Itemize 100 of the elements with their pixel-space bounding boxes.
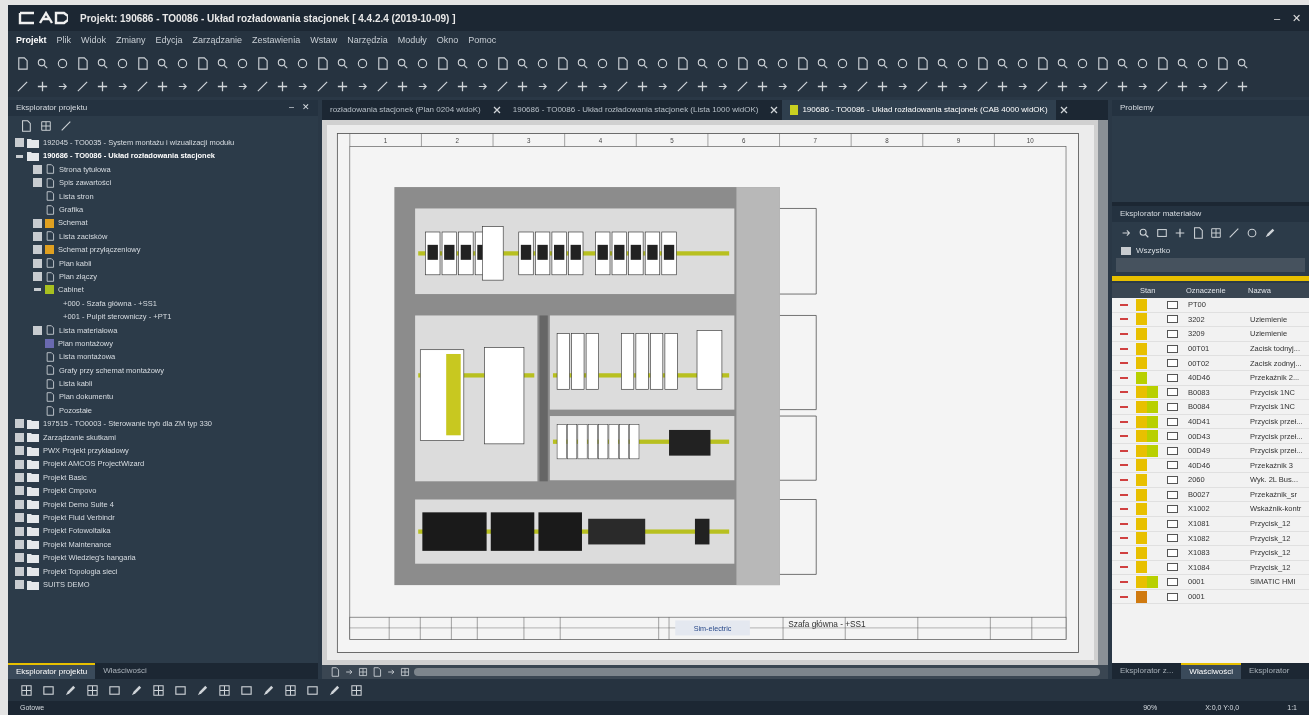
circle-icon[interactable] [1246,227,1258,239]
grid-icon[interactable] [86,683,99,697]
plus-icon[interactable] [1116,79,1129,93]
line-icon[interactable] [556,79,569,93]
document-icon[interactable] [736,56,749,70]
close-icon[interactable] [492,106,501,114]
circle-icon[interactable] [536,56,549,70]
circle-icon[interactable] [596,56,609,70]
pencil-icon[interactable] [1264,227,1276,239]
document-icon[interactable] [1036,56,1049,70]
document-icon[interactable] [976,56,989,70]
document-icon[interactable] [796,56,809,70]
grid-icon[interactable] [284,683,297,697]
magnifier-icon[interactable] [1138,227,1150,239]
filter-field[interactable] [1116,258,1305,272]
line-icon[interactable] [676,79,689,93]
line-icon[interactable] [496,79,509,93]
panel-tab[interactable]: Eksplorator [1240,663,1298,679]
menu-item[interactable]: Edycja [155,34,183,48]
close-icon[interactable] [770,106,779,114]
line-icon[interactable] [256,79,269,93]
menu-item[interactable]: Okno [436,34,459,48]
arrow-icon[interactable] [344,667,354,677]
scrollbar[interactable] [1098,120,1108,665]
magnifier-icon[interactable] [516,56,529,70]
magnifier-icon[interactable] [276,56,289,70]
line-icon[interactable] [436,79,449,93]
magnifier-icon[interactable] [216,56,229,70]
circle-icon[interactable] [1076,56,1089,70]
line-icon[interactable] [916,79,929,93]
pencil-icon[interactable] [328,683,341,697]
pencil-icon[interactable] [262,683,275,697]
plus-icon[interactable] [216,79,229,93]
line-icon[interactable] [736,79,749,93]
magnifier-icon[interactable] [996,56,1009,70]
circle-icon[interactable] [416,56,429,70]
circle-icon[interactable] [176,56,189,70]
panel-tab[interactable]: Eksplorator z... [1112,663,1182,679]
magnifier-icon[interactable] [456,56,469,70]
window-control[interactable]: ✕ [1292,9,1301,27]
line-icon[interactable] [796,79,809,93]
magnifier-icon[interactable] [696,56,709,70]
magnifier-icon[interactable] [156,56,169,70]
document-icon[interactable] [916,56,929,70]
document-icon[interactable] [556,56,569,70]
circle-icon[interactable] [1196,56,1209,70]
magnifier-icon[interactable] [1176,56,1189,70]
circle-icon[interactable] [476,56,489,70]
line-icon[interactable] [196,79,209,93]
magnifier-icon[interactable] [936,56,949,70]
plus-icon[interactable] [996,79,1009,93]
circle-icon[interactable] [1136,56,1149,70]
document-icon[interactable] [20,120,32,132]
line-icon[interactable] [1156,79,1169,93]
panel-tab[interactable]: Eksplorator projektu [8,663,96,679]
plus-icon[interactable] [36,79,49,93]
document-icon[interactable] [136,56,149,70]
arrow-icon[interactable] [386,667,396,677]
grid-icon[interactable] [400,667,410,677]
line-icon[interactable] [1036,79,1049,93]
plus-icon[interactable] [696,79,709,93]
document-icon[interactable] [376,56,389,70]
plus-icon[interactable] [1056,79,1069,93]
menu-item[interactable]: Widok [81,34,107,48]
circle-icon[interactable] [656,56,669,70]
grid-icon[interactable] [350,683,363,697]
circle-icon[interactable] [716,56,729,70]
magnifier-icon[interactable] [576,56,589,70]
menu-item[interactable]: Zestawienia [252,34,301,48]
menu-item[interactable]: Projekt [16,34,47,48]
panel-tab[interactable]: Właściwości [1181,663,1241,679]
plus-icon[interactable] [276,79,289,93]
plus-icon[interactable] [336,79,349,93]
horizontal-scrollbar[interactable] [322,665,1108,679]
circle-icon[interactable] [56,56,69,70]
document-tab[interactable]: rozładowania stacjonek (Plan 0204 widoK) [322,100,489,120]
grid-icon[interactable] [218,683,231,697]
menu-item[interactable]: Pomoc [468,34,497,48]
line-icon[interactable] [856,79,869,93]
magnifier-icon[interactable] [1056,56,1069,70]
circle-icon[interactable] [116,56,129,70]
plus-icon[interactable] [96,79,109,93]
magnifier-icon[interactable] [96,56,109,70]
line-icon[interactable] [1096,79,1109,93]
filter-label[interactable]: Wszystko [1136,245,1171,257]
line-icon[interactable] [616,79,629,93]
menu-item[interactable]: Zmiany [116,34,146,48]
plus-icon[interactable] [816,79,829,93]
grid-icon[interactable] [20,683,33,697]
document-icon[interactable] [1096,56,1109,70]
plus-icon[interactable] [1236,79,1249,93]
rectangle-icon[interactable] [306,683,319,697]
circle-icon[interactable] [776,56,789,70]
line-icon[interactable] [1216,79,1229,93]
line-icon[interactable] [1228,227,1240,239]
circle-icon[interactable] [296,56,309,70]
panel-control[interactable]: – [289,101,294,115]
plus-icon[interactable] [576,79,589,93]
document-icon[interactable] [496,56,509,70]
pencil-icon[interactable] [196,683,209,697]
